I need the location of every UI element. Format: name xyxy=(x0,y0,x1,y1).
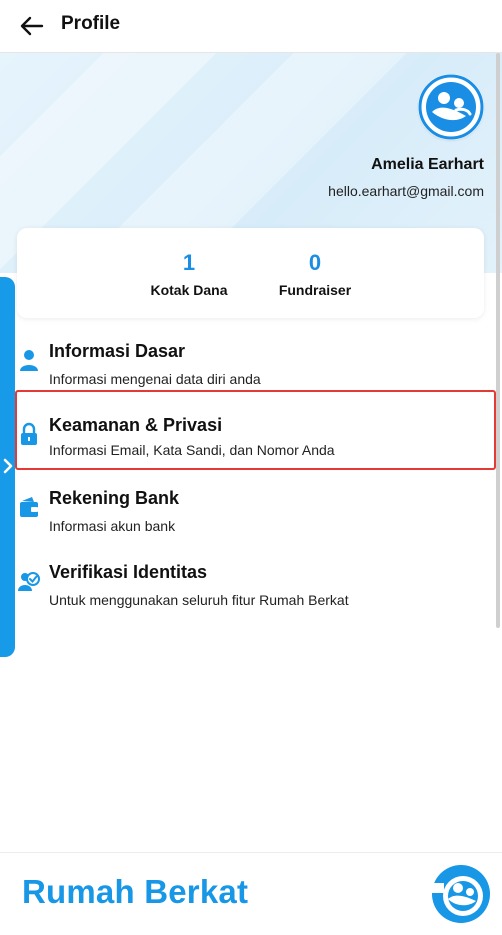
menu-item-verifikasi-identitas[interactable]: Verifikasi Identitas Untuk menggunakan s… xyxy=(17,552,494,622)
menu-item-keamanan-privasi[interactable]: Keamanan & Privasi Informasi Email, Kata… xyxy=(15,390,496,470)
stats-card: 1 Kotak Dana 0 Fundraiser xyxy=(17,228,484,318)
user-name: Amelia Earhart xyxy=(371,156,484,173)
avatar[interactable] xyxy=(418,74,484,140)
app-header: Profile xyxy=(0,0,502,53)
user-email: hello.earhart@gmail.com xyxy=(328,183,484,199)
menu-item-rekening-bank[interactable]: Rekening Bank Informasi akun bank xyxy=(17,478,494,548)
menu-title: Verifikasi Identitas xyxy=(49,562,208,582)
menu-subtitle: Informasi Email, Kata Sandi, dan Nomor A… xyxy=(49,442,335,458)
scrollbar[interactable] xyxy=(496,53,500,628)
menu-subtitle: Untuk menggunakan seluruh fitur Rumah Be… xyxy=(49,592,349,608)
rumah-berkat-avatar-icon xyxy=(418,74,484,140)
menu-title: Informasi Dasar xyxy=(49,341,186,361)
arrow-left-icon xyxy=(20,16,44,36)
chevron-right-icon xyxy=(3,458,13,474)
stat-value: 0 xyxy=(308,250,322,275)
side-drawer-handle[interactable] xyxy=(0,277,15,657)
lock-icon xyxy=(21,422,37,445)
footer: Rumah Berkat xyxy=(0,852,502,935)
brand-name: Rumah Berkat xyxy=(22,873,249,910)
back-button[interactable] xyxy=(18,12,46,40)
stat-fundraiser[interactable]: 0 Fundraiser xyxy=(235,228,395,298)
menu-title: Rekening Bank xyxy=(49,488,180,508)
wallet-icon xyxy=(20,497,38,517)
menu-item-informasi-dasar[interactable]: Informasi Dasar Informasi mengenai data … xyxy=(17,331,494,401)
user-icon xyxy=(20,350,38,371)
page-title: Profile xyxy=(61,13,121,34)
profile-screen: Profile Amelia Earhart hello.earhart@gma… xyxy=(0,0,502,935)
verified-user-icon xyxy=(18,572,40,591)
menu-subtitle: Informasi akun bank xyxy=(49,518,176,534)
menu-subtitle: Informasi mengenai data diri anda xyxy=(49,371,261,387)
rumah-berkat-logo-icon[interactable] xyxy=(430,863,492,925)
stat-label: Fundraiser xyxy=(278,282,352,298)
menu-title: Keamanan & Privasi xyxy=(49,415,223,435)
